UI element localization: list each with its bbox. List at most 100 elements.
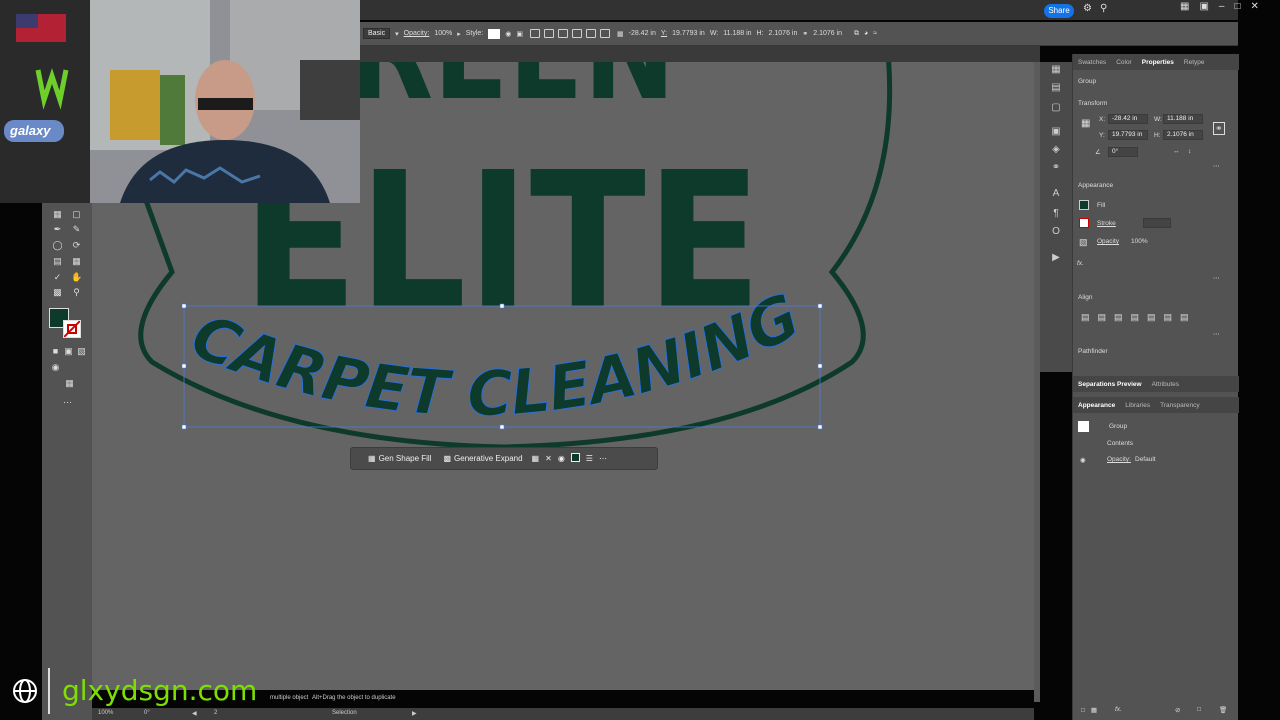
shape-builder-icon[interactable]: ◯ bbox=[52, 240, 63, 251]
h-field[interactable]: 2.1076 in bbox=[1163, 130, 1203, 140]
flip-vertical-icon[interactable]: ↕ bbox=[1188, 148, 1191, 155]
slice-tool-icon[interactable]: ▦ bbox=[71, 256, 82, 267]
chevron-right-icon[interactable]: ▸ bbox=[457, 30, 461, 38]
transform-icon[interactable]: ⧉ bbox=[854, 30, 859, 38]
align-icons[interactable] bbox=[528, 29, 612, 38]
stroke-swatch[interactable] bbox=[63, 320, 81, 338]
tab-transparency[interactable]: Transparency bbox=[1160, 402, 1200, 409]
none-mode-icon[interactable]: ▧ bbox=[76, 346, 87, 357]
generative-expand-button[interactable]: ▩ Generative Expand bbox=[440, 454, 525, 463]
color-mode-icon[interactable]: ■ bbox=[50, 346, 61, 357]
links-dock-icon[interactable]: ⚭ bbox=[1050, 162, 1062, 174]
link-icon[interactable]: ⚭ bbox=[802, 30, 808, 38]
layers-dock-icon[interactable]: ◈ bbox=[1050, 144, 1062, 156]
align-more-icon[interactable]: ⋯ bbox=[1213, 330, 1220, 338]
opacity-value[interactable]: 100% bbox=[434, 30, 452, 37]
zoom-tool-icon[interactable]: ⚲ bbox=[71, 287, 82, 298]
artboard-prev-icon[interactable]: ◀ bbox=[192, 710, 197, 717]
rotation-value[interactable]: 0° bbox=[144, 710, 150, 716]
tab-attributes[interactable]: Attributes bbox=[1152, 381, 1179, 388]
search-icon[interactable]: ⚲ bbox=[1100, 3, 1107, 14]
chevron-down-icon[interactable]: ▾ bbox=[395, 30, 399, 38]
brushes-dock-icon[interactable]: ▤ bbox=[1050, 82, 1062, 94]
align-to-icon[interactable]: ▣ bbox=[516, 30, 523, 38]
link-icon[interactable]: ⚭ bbox=[1213, 122, 1225, 135]
artboard-number[interactable]: 2 bbox=[214, 710, 217, 716]
graph-tool-icon[interactable]: ▤ bbox=[52, 256, 63, 267]
shrink-icon[interactable]: ✕ bbox=[545, 454, 552, 463]
y-field[interactable]: 19.7793 in bbox=[672, 30, 705, 37]
tab-properties[interactable]: Properties bbox=[1142, 59, 1174, 66]
stroke-swatch[interactable] bbox=[1079, 218, 1089, 228]
x-field[interactable]: -28.42 in bbox=[1108, 114, 1148, 124]
w-field[interactable]: 11.188 in bbox=[1163, 114, 1203, 124]
fx-footer-button[interactable]: fx. bbox=[1115, 706, 1122, 713]
arrange-icon[interactable]: ▦ bbox=[1180, 1, 1189, 12]
more-options-icon[interactable]: ⋯ bbox=[599, 454, 607, 463]
hand-tool-icon[interactable]: ✋ bbox=[71, 272, 82, 283]
appearance-opacity-label[interactable]: Opacity: bbox=[1107, 456, 1131, 463]
status-next-icon[interactable]: ▶ bbox=[412, 710, 417, 717]
gen-shape-fill-button[interactable]: ▦ Gen Shape Fill bbox=[365, 454, 434, 463]
style-swatch[interactable] bbox=[488, 28, 501, 39]
y-field[interactable]: 19.7793 in bbox=[1108, 130, 1148, 140]
workspace-icon[interactable]: ▣ bbox=[1199, 1, 1208, 12]
gradient-mode-icon[interactable]: ▣ bbox=[63, 346, 74, 357]
more-tools-icon[interactable]: ⋯ bbox=[62, 397, 73, 408]
frame-tool-icon[interactable]: ▢ bbox=[71, 209, 82, 220]
close-icon[interactable]: ✕ bbox=[1251, 1, 1259, 12]
tab-swatches[interactable]: Swatches bbox=[1078, 59, 1106, 66]
stroke-weight-field[interactable] bbox=[1143, 218, 1171, 228]
pen-tool-icon[interactable]: ✒ bbox=[52, 224, 63, 235]
actions-dock-icon[interactable]: ▶ bbox=[1050, 252, 1062, 264]
align-buttons[interactable]: ▤▤▤▤▤▤▤ bbox=[1081, 312, 1197, 323]
align-menu-icon[interactable]: ☰ bbox=[586, 454, 593, 463]
screen-mode-icon[interactable]: ▦ bbox=[64, 378, 75, 389]
share-button[interactable]: Share bbox=[1044, 4, 1074, 18]
opentype-dock-icon[interactable]: O bbox=[1050, 226, 1062, 238]
opacity-value[interactable]: 100% bbox=[1131, 238, 1148, 245]
transform-each-icon[interactable]: ▦ bbox=[532, 454, 540, 463]
symbols-dock-icon[interactable]: ▢ bbox=[1050, 102, 1062, 114]
w-field[interactable]: 11.188 in bbox=[723, 30, 751, 37]
appearance-more-icon[interactable]: ⋯ bbox=[1213, 274, 1220, 282]
draw-mode-icon[interactable]: ◉ bbox=[50, 362, 61, 373]
bell-icon[interactable]: ⚙ bbox=[1083, 3, 1092, 14]
artboards-dock-icon[interactable]: ▣ bbox=[1050, 126, 1062, 138]
stroke-label[interactable]: Stroke bbox=[1097, 220, 1116, 227]
transform-more-icon[interactable]: ⋯ bbox=[1213, 162, 1220, 170]
warp-icon[interactable]: ≈ bbox=[873, 30, 877, 37]
maximize-icon[interactable]: □ bbox=[1234, 1, 1240, 12]
fx-button[interactable]: fx. bbox=[1077, 260, 1084, 267]
swatches-dock-icon[interactable]: ▦ bbox=[1050, 64, 1062, 76]
tab-separations-preview[interactable]: Separations Preview bbox=[1078, 381, 1142, 388]
artboard-tool-icon[interactable]: ▦ bbox=[52, 209, 63, 220]
fill-color-icon[interactable] bbox=[570, 453, 580, 464]
eyedropper-icon[interactable]: ✓ bbox=[52, 272, 63, 283]
angle-field[interactable]: 0° bbox=[1108, 147, 1138, 157]
tab-color[interactable]: Color bbox=[1116, 59, 1132, 66]
flip-horizontal-icon[interactable]: ↔ bbox=[1173, 148, 1180, 155]
duplicate-item-icon[interactable]: □ bbox=[1197, 706, 1201, 713]
fill-swatch[interactable] bbox=[1079, 200, 1089, 210]
x-field[interactable]: -28.42 in bbox=[629, 30, 656, 37]
opacity-label[interactable]: Opacity bbox=[1097, 238, 1119, 245]
rotate-tool-icon[interactable]: ⟳ bbox=[71, 240, 82, 251]
symbol-tool-icon[interactable]: ▩ bbox=[52, 287, 63, 298]
isolate-icon[interactable]: ◕ bbox=[864, 30, 868, 37]
pencil-tool-icon[interactable]: ✎ bbox=[71, 224, 82, 235]
appearance-footer-icons[interactable]: □▦ bbox=[1081, 706, 1103, 714]
mode-select[interactable]: Basic bbox=[363, 28, 391, 39]
visibility-icon[interactable]: ◉ bbox=[1080, 456, 1086, 464]
tab-retype[interactable]: Retype bbox=[1184, 59, 1205, 66]
recolor-icon[interactable]: ◉ bbox=[505, 30, 511, 38]
clear-appearance-icon[interactable]: ⊘ bbox=[1175, 706, 1180, 714]
minimize-icon[interactable]: – bbox=[1219, 1, 1225, 12]
paragraph-dock-icon[interactable]: ¶ bbox=[1050, 208, 1062, 220]
zoom-level[interactable]: 100% bbox=[98, 710, 113, 716]
reference-point-icon[interactable]: ▦ bbox=[1081, 118, 1090, 129]
reference-point-icon[interactable]: ▦ bbox=[617, 30, 624, 38]
tab-libraries[interactable]: Libraries bbox=[1125, 402, 1150, 409]
delete-item-icon[interactable]: 🗑 bbox=[1219, 706, 1227, 714]
recolor-icon[interactable]: ◉ bbox=[558, 454, 565, 463]
